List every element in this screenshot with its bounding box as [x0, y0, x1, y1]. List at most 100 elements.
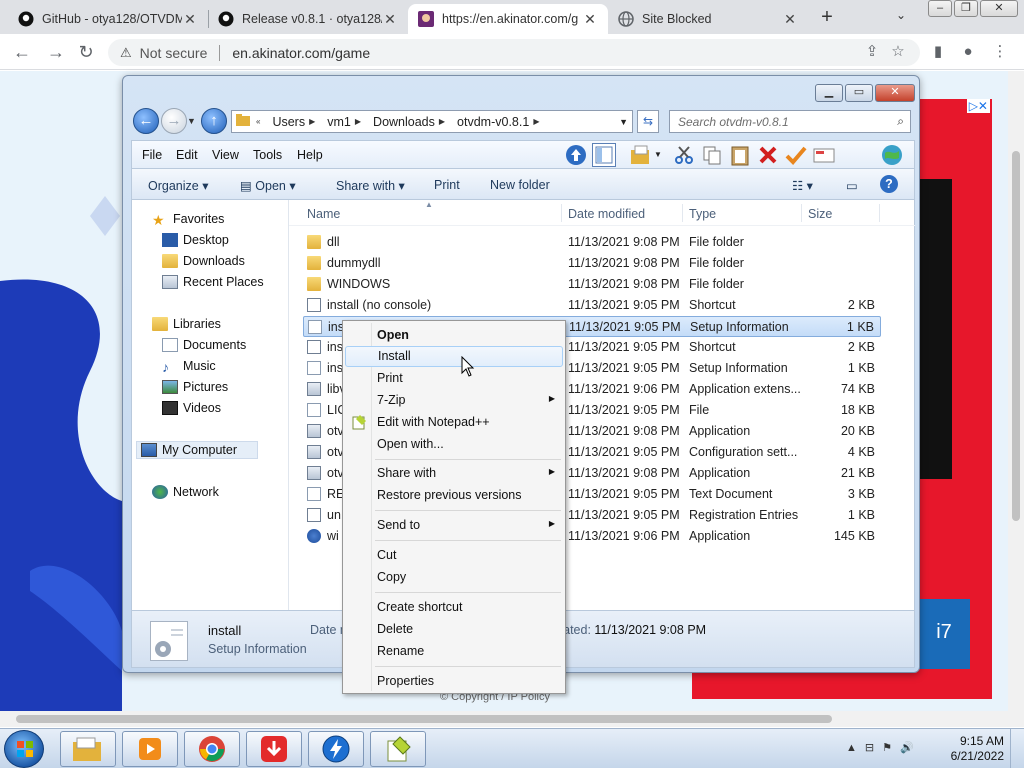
nav-network[interactable]: Network: [152, 485, 219, 499]
profile-avatar-icon[interactable]: ●: [958, 42, 978, 62]
menu-item-share-with[interactable]: Share with ▶: [345, 463, 563, 484]
back-button[interactable]: ←: [133, 108, 159, 134]
show-desktop-button[interactable]: [1010, 729, 1024, 768]
nav-recent-places[interactable]: Recent Places: [162, 275, 264, 289]
close-icon[interactable]: ✕: [782, 11, 798, 28]
change-view-icon[interactable]: ☷ ▾: [792, 178, 813, 193]
maximize-button[interactable]: ❐: [954, 0, 978, 17]
kebab-menu-icon[interactable]: ⋮: [990, 42, 1010, 62]
nav-downloads[interactable]: Downloads: [162, 254, 245, 268]
url-text[interactable]: en.akinator.com/game: [232, 45, 370, 61]
minimize-button[interactable]: –: [928, 0, 952, 17]
menu-item-rename[interactable]: Rename: [345, 641, 563, 662]
open-button[interactable]: ▤ Open ▾: [240, 178, 296, 193]
file-row[interactable]: install (no console) 11/13/2021 9:05 PM Sh…: [303, 295, 881, 316]
menu-view[interactable]: View: [212, 148, 239, 162]
forward-arrow-icon[interactable]: →: [46, 42, 66, 62]
nav-pictures[interactable]: Pictures: [162, 380, 228, 394]
breadcrumb-vm1[interactable]: vm1: [327, 115, 351, 129]
reload-icon[interactable]: ↻: [76, 42, 96, 62]
copy-icon[interactable]: [700, 143, 724, 167]
explorer-address-bar[interactable]: « Users ▶ vm1 ▶ Downloads ▶ otvdm-v0.8.1 ▶ ▼: [231, 110, 633, 133]
menu-item-restore-versions[interactable]: Restore previous versions: [345, 485, 563, 506]
views-dropdown-icon[interactable]: ▼: [654, 150, 662, 159]
explorer-maximize-button[interactable]: ▭: [845, 84, 873, 102]
file-row[interactable]: dll 11/13/2021 9:08 PM File folder: [303, 232, 881, 253]
explorer-close-button[interactable]: ✕: [875, 84, 915, 102]
search-icon[interactable]: ⌕: [897, 114, 904, 129]
nav-libraries[interactable]: Libraries: [152, 317, 221, 331]
menu-item-send-to[interactable]: Send to ▶: [345, 515, 563, 536]
bookmark-star-icon[interactable]: ☆: [888, 42, 908, 62]
up-arrow-icon[interactable]: [564, 143, 588, 167]
new-tab-button[interactable]: +: [816, 6, 838, 28]
menu-item-open-with[interactable]: Open with...: [345, 434, 563, 455]
menu-item-notepad[interactable]: Edit with Notepad++: [345, 412, 563, 433]
menu-item-properties[interactable]: Properties: [345, 671, 563, 692]
column-type[interactable]: Type: [689, 207, 716, 221]
taskbar-lightning-app[interactable]: [308, 731, 364, 767]
share-icon[interactable]: ⇪: [862, 42, 882, 62]
cut-scissors-icon[interactable]: [672, 143, 696, 167]
column-name[interactable]: Name: [307, 207, 340, 221]
delete-x-icon[interactable]: [756, 143, 780, 167]
file-row[interactable]: dummydll 11/13/2021 9:08 PM File folder: [303, 253, 881, 274]
menu-tools[interactable]: Tools: [253, 148, 282, 162]
back-arrow-icon[interactable]: ←: [12, 42, 32, 62]
close-icon[interactable]: ✕: [582, 11, 598, 28]
close-icon[interactable]: ✕: [382, 11, 398, 28]
menu-file[interactable]: File: [142, 148, 162, 162]
refresh-icon[interactable]: ⇆: [637, 110, 659, 133]
print-button[interactable]: Print: [434, 178, 460, 192]
ad-close-icon[interactable]: ▷✕: [966, 99, 990, 113]
up-folder-button[interactable]: ↑: [201, 108, 227, 134]
properties-card-icon[interactable]: [812, 143, 836, 167]
tab-search-chevron-icon[interactable]: ⌄: [896, 8, 906, 22]
column-size[interactable]: Size: [808, 207, 832, 221]
address-dropdown-icon[interactable]: ▼: [619, 117, 628, 127]
menu-item-open[interactable]: Open: [345, 325, 563, 346]
explorer-minimize-button[interactable]: ▁: [815, 84, 843, 102]
taskbar-clock[interactable]: 9:15 AM 6/21/2022: [944, 734, 1004, 764]
file-row[interactable]: WINDOWS 11/13/2021 9:08 PM File folder: [303, 274, 881, 295]
nav-videos[interactable]: Videos: [162, 401, 221, 415]
address-bar[interactable]: ⚠ Not secure en.akinator.com/game: [108, 39, 920, 66]
nav-documents[interactable]: Documents: [162, 338, 246, 352]
taskbar-chrome[interactable]: [184, 731, 240, 767]
share-with-button[interactable]: Share with ▾: [336, 178, 405, 193]
taskbar-notepad-plus-plus[interactable]: [370, 731, 426, 767]
menu-help[interactable]: Help: [297, 148, 323, 162]
menu-item-cut[interactable]: Cut: [345, 545, 563, 566]
checkmark-icon[interactable]: [784, 143, 808, 167]
menu-item-copy[interactable]: Copy: [345, 567, 563, 588]
menu-item-create-shortcut[interactable]: Create shortcut: [345, 597, 563, 618]
pane-toggle-icon[interactable]: [592, 143, 616, 167]
tab-github-otvdm[interactable]: GitHub - otya128/OTVDM ✕: [8, 4, 208, 34]
tab-akinator[interactable]: https://en.akinator.com/g ✕: [408, 4, 608, 34]
paste-clipboard-icon[interactable]: [728, 143, 752, 167]
security-label[interactable]: Not secure: [140, 45, 208, 61]
nav-desktop[interactable]: Desktop: [162, 233, 229, 247]
tab-site-blocked[interactable]: Site Blocked ✕: [608, 4, 808, 34]
start-button[interactable]: [4, 730, 44, 768]
tab-release[interactable]: Release v0.8.1 · otya128/v ✕: [208, 4, 408, 34]
menu-item-delete[interactable]: Delete: [345, 619, 563, 640]
taskbar-file-explorer[interactable]: [60, 731, 116, 767]
breadcrumb-otvdm[interactable]: otvdm-v0.8.1: [457, 115, 529, 129]
menu-item-7zip[interactable]: 7-Zip ▶: [345, 390, 563, 411]
page-vertical-scrollbar[interactable]: [1008, 71, 1024, 711]
column-date-modified[interactable]: Date modified: [568, 207, 645, 221]
folders-icon[interactable]: [630, 143, 654, 167]
organize-button[interactable]: Organize ▾: [148, 178, 208, 193]
globe-network-icon[interactable]: [880, 143, 904, 167]
forward-button[interactable]: →: [161, 108, 187, 134]
preview-pane-icon[interactable]: ▭: [846, 178, 858, 193]
menu-item-print[interactable]: Print: [345, 368, 563, 389]
nav-favorites[interactable]: ★ Favorites: [152, 212, 224, 228]
close-window-button[interactable]: ✕: [980, 0, 1018, 17]
taskbar-downloader[interactable]: [246, 731, 302, 767]
system-tray-icons[interactable]: ▲⊟⚑🔊: [846, 741, 922, 754]
taskbar-media-player[interactable]: [122, 731, 178, 767]
explorer-search-input[interactable]: Search otvdm-v0.8.1 ⌕: [669, 110, 911, 133]
menu-item-install[interactable]: Install: [345, 346, 563, 367]
